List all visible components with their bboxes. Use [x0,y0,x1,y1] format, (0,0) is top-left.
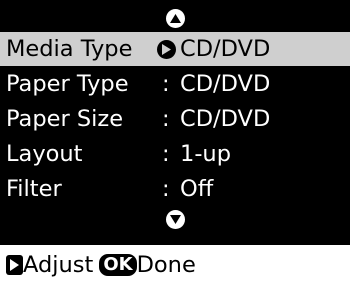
right-arrow-icon [157,40,176,59]
button-guide: Adjust OK Done [0,245,350,284]
menu-row-label: Media Type [6,36,133,62]
menu-row-separator: : [162,141,170,167]
menu-row-layout[interactable]: Layout : 1-up [0,137,350,171]
menu-row-paper-type[interactable]: Paper Type : CD/DVD [0,67,350,101]
menu-row-separator: : [162,106,170,132]
menu-row-value: CD/DVD [180,71,271,97]
menu-row-label: Filter [6,176,62,202]
scroll-up-button[interactable] [0,6,350,30]
menu-row-value: CD/DVD [180,36,271,62]
menu-row-value: CD/DVD [180,106,271,132]
down-arrow-icon [165,209,185,229]
done-hint: Done [136,251,196,278]
menu-row-filter[interactable]: Filter : Off [0,172,350,206]
menu-row-value: 1-up [180,141,231,167]
menu-row-label: Layout [6,141,83,167]
right-arrow-icon [6,254,23,275]
menu-row-label: Paper Size [6,106,124,132]
menu-row-label: Paper Type [6,71,129,97]
menu-row-separator: : [162,71,170,97]
menu-row-value: Off [180,176,214,202]
scroll-down-button[interactable] [0,207,350,231]
menu-row-separator: : [162,176,170,202]
ok-button-icon: OK [99,253,137,276]
menu-row-paper-size[interactable]: Paper Size : CD/DVD [0,102,350,136]
menu-row-media-type[interactable]: Media Type CD/DVD [0,32,350,66]
up-arrow-icon [165,8,185,28]
lcd-screen: Media Type CD/DVD Paper Type : CD/DVD Pa… [0,0,350,245]
adjust-hint: Adjust [23,251,94,278]
